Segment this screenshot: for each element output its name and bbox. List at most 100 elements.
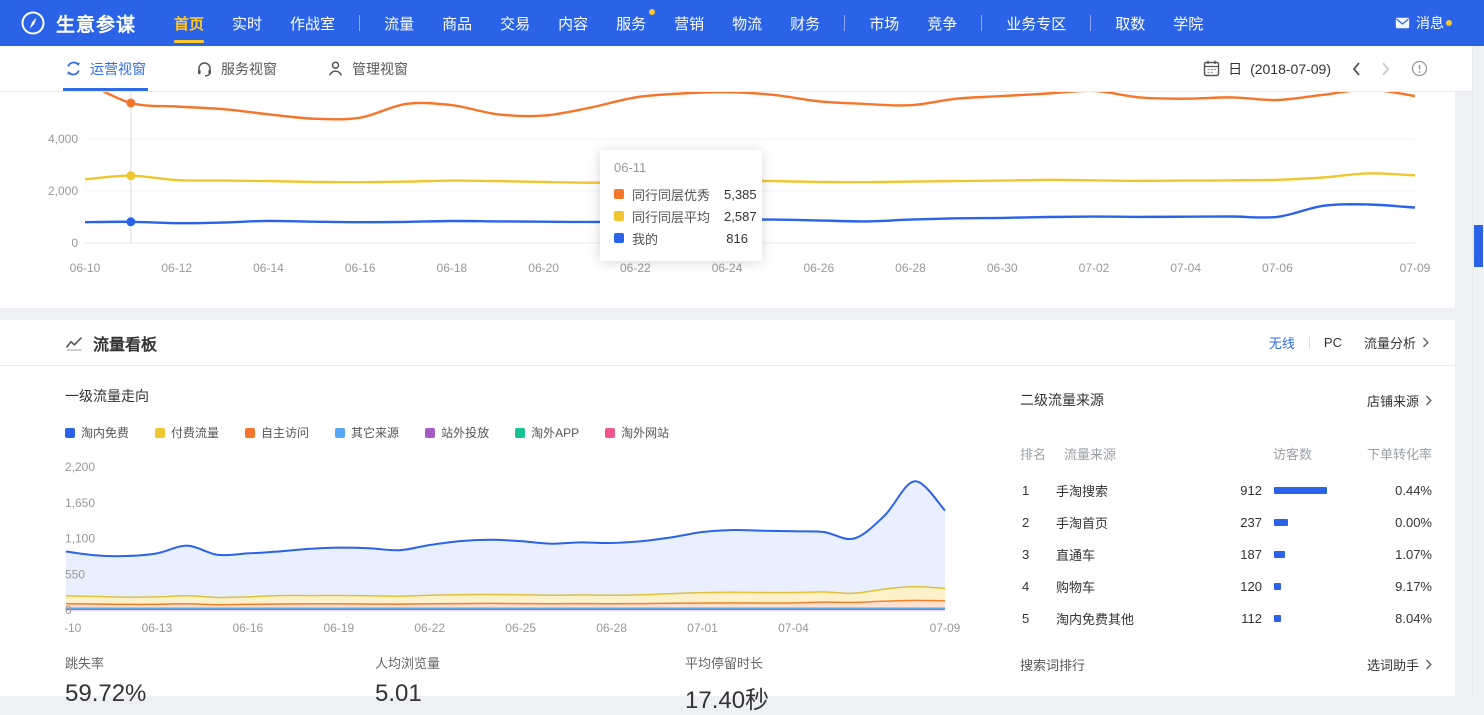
nav-item[interactable]: 交易: [486, 0, 544, 46]
svg-text:06-22: 06-22: [620, 261, 651, 275]
brand-name: 生意参谋: [56, 10, 136, 37]
toggle-option[interactable]: 无线: [1269, 333, 1295, 352]
envelope-icon: [1395, 17, 1410, 29]
date-picker[interactable]: 日 (2018-07-09): [1203, 59, 1331, 79]
svg-text:07-04: 07-04: [778, 621, 809, 635]
svg-text:06-30: 06-30: [987, 261, 1018, 275]
nav-item[interactable]: 学院: [1159, 0, 1217, 46]
nav-item[interactable]: 内容: [544, 0, 602, 46]
table-row[interactable]: 3直通车1871.07%: [1020, 538, 1432, 570]
nav-item[interactable]: 实时: [218, 0, 276, 46]
source-panel: 二级流量来源 店铺来源 排名 流量来源 访客数 下单转化率 1手淘搜索9120.…: [1020, 366, 1432, 696]
nav-item[interactable]: 首页: [160, 0, 218, 46]
svg-text:06-16: 06-16: [345, 261, 376, 275]
svg-text:06-12: 06-12: [161, 261, 192, 275]
nav-item[interactable]: 竞争: [913, 0, 971, 46]
toggle-option[interactable]: PC: [1324, 335, 1342, 350]
legend-item[interactable]: 其它来源: [335, 424, 399, 441]
chevron-right-icon: [1422, 337, 1429, 348]
col-conversion: 下单转化率: [1367, 444, 1432, 463]
legend-item[interactable]: 付费流量: [155, 424, 219, 441]
nav-divider: [1090, 15, 1091, 31]
traffic-analysis-link[interactable]: 流量分析: [1364, 333, 1429, 352]
legend-swatch: [605, 428, 615, 438]
source-panel-title: 二级流量来源: [1020, 390, 1104, 410]
svg-text:07-09: 07-09: [1400, 261, 1431, 275]
top-nav: 生意参谋 首页实时作战室流量商品交易内容服务营销物流财务市场竞争业务专区取数学院…: [0, 0, 1484, 46]
legend-swatch: [65, 428, 75, 438]
legend-item[interactable]: 淘内免费: [65, 424, 129, 441]
scrollbar-thumb[interactable]: [1474, 225, 1483, 267]
col-source: 流量来源: [1064, 444, 1116, 463]
nav-items: 首页实时作战室流量商品交易内容服务营销物流财务市场竞争业务专区取数学院: [160, 0, 1217, 46]
date-mode: 日: [1228, 59, 1242, 79]
svg-text:2,200: 2,200: [65, 460, 95, 474]
table-row[interactable]: 5淘内免费其他1128.04%: [1020, 602, 1432, 634]
svg-text:4,000: 4,000: [48, 132, 78, 146]
tooltip-row: 我的816: [614, 227, 748, 249]
nav-divider: [981, 15, 982, 31]
nav-item[interactable]: 财务: [776, 0, 834, 46]
tooltip-row: 同行同层平均2,587: [614, 205, 748, 227]
prev-day-button[interactable]: [1351, 61, 1361, 77]
nav-item[interactable]: 营销: [660, 0, 718, 46]
view-tab[interactable]: 服务视窗: [196, 46, 277, 91]
nav-item[interactable]: 作战室: [276, 0, 349, 46]
word-helper-link[interactable]: 选词助手: [1367, 655, 1432, 674]
svg-text:0: 0: [65, 603, 72, 617]
legend-item[interactable]: 淘外APP: [515, 424, 579, 441]
svg-text:2,000: 2,000: [48, 184, 78, 198]
legend-item[interactable]: 自主访问: [245, 424, 309, 441]
table-row[interactable]: 4购物车1209.17%: [1020, 570, 1432, 602]
nav-divider: [844, 15, 845, 31]
search-words-title: 搜索词排行: [1020, 655, 1085, 674]
tooltip-date: 06-11: [614, 160, 748, 175]
brand[interactable]: 生意参谋: [0, 10, 160, 37]
tooltip-row: 同行同层优秀5,385: [614, 183, 748, 205]
view-bar: 运营视窗 服务视窗 管理视窗 日 (2018-07-09): [0, 46, 1484, 92]
nav-item[interactable]: 流量: [370, 0, 428, 46]
date-controls: 日 (2018-07-09): [1203, 46, 1428, 91]
view-tab[interactable]: 管理视窗: [327, 46, 408, 91]
table-row[interactable]: 2手淘首页2370.00%: [1020, 506, 1432, 538]
messages-label: 消息: [1416, 13, 1444, 33]
traffic-board-card: 流量看板 无线PC 流量分析 一级流量走向 淘内免费付费流量自主访问其它来源站外…: [0, 320, 1455, 696]
svg-text:07-09: 07-09: [930, 621, 961, 635]
legend-item[interactable]: 淘外网站: [605, 424, 669, 441]
metrics-row: 跳失率59.72%人均浏览量5.01平均停留时长17.40秒: [65, 653, 995, 713]
legend-swatch: [335, 428, 345, 438]
table-row[interactable]: 1手淘搜索9120.44%: [1020, 474, 1432, 506]
visitor-bar: [1274, 519, 1288, 526]
svg-text:06-16: 06-16: [233, 621, 264, 635]
scrollbar-track[interactable]: [1472, 46, 1484, 696]
nav-item[interactable]: 物流: [718, 0, 776, 46]
calendar-icon: [1203, 60, 1220, 77]
view-tab[interactable]: 运营视窗: [65, 46, 146, 91]
traffic-area-chart[interactable]: 05501,1001,6502,20006-1006-1306-1606-190…: [65, 454, 965, 644]
benchmark-chart-card: 02,0004,00006-1006-1206-1406-1606-1806-2…: [0, 92, 1455, 308]
legend-swatch: [425, 428, 435, 438]
legend-item[interactable]: 站外投放: [425, 424, 489, 441]
person-icon: [327, 60, 344, 77]
nav-item[interactable]: 商品: [428, 0, 486, 46]
messages-button[interactable]: 消息: [1395, 13, 1484, 33]
word-helper-label: 选词助手: [1367, 655, 1419, 674]
source-table-header: 排名 流量来源 访客数 下单转化率: [1020, 444, 1432, 462]
board-header: 流量看板 无线PC 流量分析: [0, 320, 1455, 366]
nav-item[interactable]: 服务: [602, 0, 660, 46]
svg-text:1,100: 1,100: [65, 532, 95, 546]
shop-source-link[interactable]: 店铺来源: [1367, 391, 1432, 410]
source-table-body: 1手淘搜索9120.44%2手淘首页2370.00%3直通车1871.07%4购…: [1020, 474, 1432, 634]
nav-item[interactable]: 市场: [855, 0, 913, 46]
nav-item[interactable]: 业务专区: [992, 0, 1080, 46]
svg-text:07-06: 07-06: [1262, 261, 1293, 275]
metric: 人均浏览量5.01: [375, 653, 440, 708]
chart-tooltip: 06-11 同行同层优秀5,385同行同层平均2,587我的816: [600, 150, 762, 261]
legend-swatch: [155, 428, 165, 438]
info-icon[interactable]: [1411, 60, 1428, 77]
svg-text:550: 550: [65, 567, 85, 581]
next-day-button[interactable]: [1381, 61, 1391, 77]
area-chart-title: 一级流量走向: [65, 386, 149, 406]
svg-text:0: 0: [71, 236, 78, 250]
nav-item[interactable]: 取数: [1101, 0, 1159, 46]
